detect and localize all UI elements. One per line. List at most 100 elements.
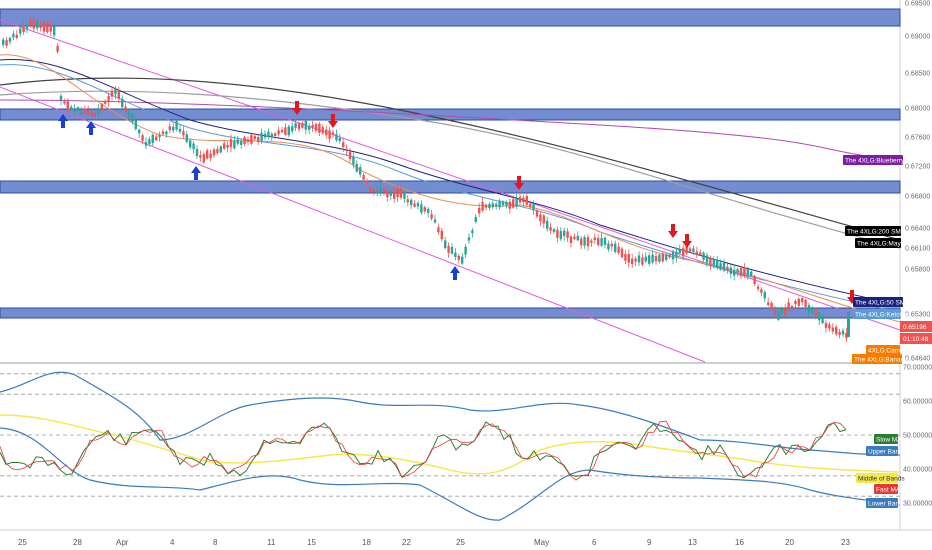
candle-body [328,130,331,139]
candle-body [389,191,392,196]
candle-body [535,210,539,217]
zone-2 [0,180,901,194]
price-tick-label: 0.67600 [905,135,930,142]
candle-body [573,236,576,240]
osc-tick-label: 50.00000 [903,433,932,440]
candle-body [818,312,821,321]
candle-body [478,207,481,214]
candle-body [563,230,566,237]
candle-body [338,137,341,142]
candle-body [739,267,743,276]
candle-body [124,106,127,112]
candle-body [138,129,141,134]
candle-body [49,24,52,32]
candle-body [280,130,284,133]
legend-tag-label: The 4XLG:Ketchup [855,312,911,319]
candle-body [824,322,828,328]
candle-body [457,255,460,260]
candle-body [80,111,83,114]
candle-body [454,252,457,257]
candle-body [348,151,352,160]
candle-body [525,196,528,205]
candle-body [260,132,263,141]
osc-tick-label: 30.00000 [903,501,932,508]
candle-body [399,188,403,198]
candle-body [542,215,545,224]
candle-body [464,246,467,255]
candle-body [790,306,794,309]
legend-tag-label: The 4XLG:200 SMA [847,229,906,236]
candle-body [331,132,335,135]
legend-tag-label: The 4XLG:Mayo [857,241,905,248]
candle-body [566,231,569,238]
candle-body [515,198,518,207]
candle-body [461,256,464,264]
candle-body [532,203,535,211]
candle-body [767,302,770,306]
candle-body [617,246,620,253]
date-tick-label: 22 [402,538,411,547]
date-tick-label: Apr [116,538,129,547]
candle-body [284,127,287,135]
candle-body [597,238,600,245]
candle-body [682,247,685,257]
legend-tag-label: 4XLG:Carrot [868,348,905,355]
candle-body [117,90,120,99]
candle-body [522,197,525,203]
candle-body [420,204,423,213]
candle-body [770,302,773,309]
candle-body [178,128,182,132]
candle-body [430,214,433,219]
candle-body [450,246,454,254]
candle-body [185,134,188,142]
candle-body [733,269,736,276]
date-tick-label: 25 [18,538,27,547]
chart-canvas[interactable]: 0.69500 0.69000 0.68500 0.68000 0.67600 0.672… [0,0,932,550]
candle-body [603,237,607,246]
candle-body [512,199,515,208]
date-tick-label: 4 [170,538,175,547]
candle-body [835,327,838,335]
candle-body [648,255,651,264]
candle-body [427,209,430,213]
candle-body [297,123,301,130]
candle-body [699,252,702,255]
candle-body [821,318,824,324]
candle-body [192,143,195,150]
candle-body [780,307,783,314]
date-tick-label: May [534,538,549,547]
candle-body [274,133,277,137]
candle-body [644,256,647,262]
candle-body [665,254,668,260]
candle-body [518,196,522,203]
candle-body [365,180,369,184]
candle-body [155,136,158,141]
candle-body [87,109,90,115]
candle-body [495,203,498,207]
candle-body [202,154,205,163]
background [0,0,932,550]
candle-body [661,253,664,262]
candle-body [12,33,15,38]
candle-body [335,134,338,141]
osc-tag-label: Slow MA [876,437,902,444]
candle-body [70,106,73,110]
candle-body [212,149,216,156]
candle-body [580,238,583,246]
osc-tick-label: 40.00000 [903,467,932,474]
candle-body [403,192,406,199]
candle-body [342,142,345,148]
candle-body [556,229,559,238]
candle-body [277,130,280,135]
candle-body [637,255,641,263]
candle-body [583,237,586,246]
candle-body [393,191,396,199]
date-tick-label: 28 [73,538,82,547]
candle-body [76,107,80,111]
candle-body [447,245,450,254]
candle-body [569,236,573,243]
price-tick-label: 0.64640 [905,356,930,363]
candle-body [631,258,634,265]
candle-body [151,134,154,144]
candle-body [600,238,603,246]
